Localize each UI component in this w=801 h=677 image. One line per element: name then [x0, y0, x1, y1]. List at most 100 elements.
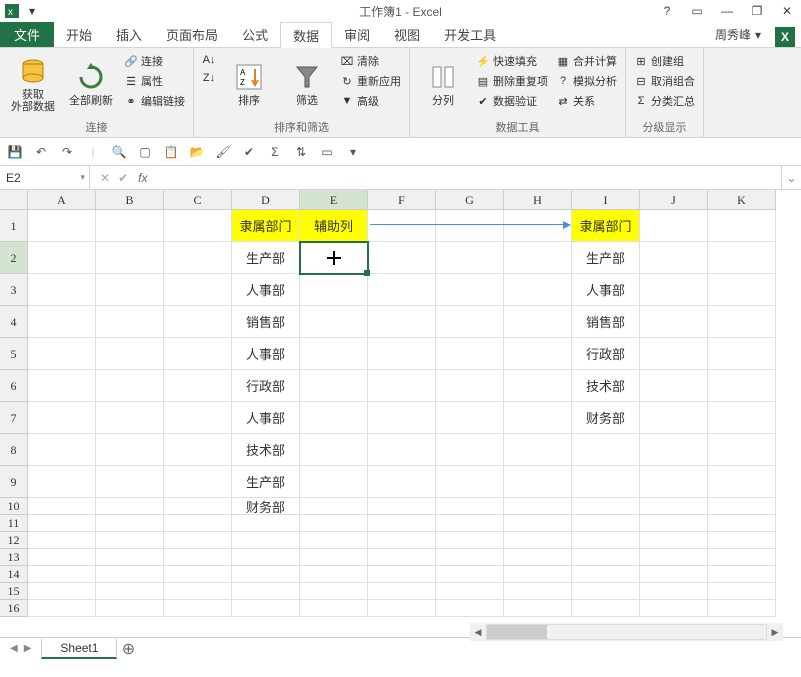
cell-A15[interactable] — [28, 583, 96, 600]
reapply-button[interactable]: ↻重新应用 — [338, 72, 403, 90]
scroll-left-icon[interactable]: ◀ — [470, 627, 486, 638]
cell-J15[interactable] — [640, 583, 708, 600]
check-icon[interactable]: ✔ — [240, 143, 258, 161]
sort-asc-button[interactable]: A↓ — [200, 52, 218, 68]
tab-developer[interactable]: 开发工具 — [432, 21, 508, 47]
cell-D6[interactable]: 行政部 — [232, 370, 300, 402]
row-header-9[interactable]: 9 — [0, 466, 28, 498]
cell-I15[interactable] — [572, 583, 640, 600]
cell-J3[interactable] — [640, 274, 708, 306]
cell-D4[interactable]: 销售部 — [232, 306, 300, 338]
remove-duplicates-button[interactable]: ▤删除重复项 — [474, 72, 550, 90]
cell-D1[interactable]: 隶属部门 — [232, 210, 300, 242]
cell-C7[interactable] — [164, 402, 232, 434]
formula-input[interactable] — [153, 169, 781, 187]
cell-C13[interactable] — [164, 549, 232, 566]
user-account[interactable]: 周秀峰 ▾ — [707, 22, 769, 47]
cell-K5[interactable] — [708, 338, 776, 370]
subtotal-button[interactable]: Σ分类汇总 — [632, 92, 697, 110]
cell-H3[interactable] — [504, 274, 572, 306]
cell-F6[interactable] — [368, 370, 436, 402]
row-header-10[interactable]: 10 — [0, 498, 28, 515]
cell-A7[interactable] — [28, 402, 96, 434]
formula-bar-expand-icon[interactable]: ⌄ — [781, 166, 801, 189]
cell-K14[interactable] — [708, 566, 776, 583]
tab-view[interactable]: 视图 — [382, 21, 432, 47]
accept-formula-icon[interactable]: ✔ — [118, 171, 128, 185]
help-button[interactable]: ? — [657, 2, 677, 20]
col-header-C[interactable]: C — [164, 190, 232, 210]
cell-K7[interactable] — [708, 402, 776, 434]
cell-C5[interactable] — [164, 338, 232, 370]
cell-B3[interactable] — [96, 274, 164, 306]
cell-I4[interactable]: 销售部 — [572, 306, 640, 338]
name-box[interactable]: E2 — [0, 166, 90, 189]
sheet-tab-sheet1[interactable]: Sheet1 — [41, 639, 117, 659]
refresh-all-button[interactable]: 全部刷新 — [64, 50, 118, 117]
row-header-15[interactable]: 15 — [0, 583, 28, 600]
ribbon-options-button[interactable]: ▭ — [687, 2, 707, 20]
cell-E2[interactable] — [300, 242, 368, 274]
row-header-1[interactable]: 1 — [0, 210, 28, 242]
cell-D8[interactable]: 技术部 — [232, 434, 300, 466]
paste-icon[interactable]: 📋 — [162, 143, 180, 161]
cell-A5[interactable] — [28, 338, 96, 370]
connections-button[interactable]: 🔗连接 — [122, 52, 187, 70]
col-header-J[interactable]: J — [640, 190, 708, 210]
cell-H4[interactable] — [504, 306, 572, 338]
consolidate-button[interactable]: ▦合并计算 — [554, 52, 619, 70]
tab-review[interactable]: 审阅 — [332, 21, 382, 47]
cell-J5[interactable] — [640, 338, 708, 370]
cell-A1[interactable] — [28, 210, 96, 242]
cell-J1[interactable] — [640, 210, 708, 242]
cell-C2[interactable] — [164, 242, 232, 274]
cell-E16[interactable] — [300, 600, 368, 617]
cell-K10[interactable] — [708, 498, 776, 515]
cell-D9[interactable]: 生产部 — [232, 466, 300, 498]
cell-H5[interactable] — [504, 338, 572, 370]
cell-B12[interactable] — [96, 532, 164, 549]
cell-C16[interactable] — [164, 600, 232, 617]
ungroup-button[interactable]: ⊟取消组合 — [632, 72, 697, 90]
sort-button[interactable]: AZ 排序 — [222, 50, 276, 117]
cell-B10[interactable] — [96, 498, 164, 515]
brush-icon[interactable]: 🖌 — [214, 143, 232, 161]
sum-icon[interactable]: Σ — [266, 143, 284, 161]
select-all-corner[interactable] — [0, 190, 28, 210]
cell-J4[interactable] — [640, 306, 708, 338]
open-icon[interactable]: 📂 — [188, 143, 206, 161]
cell-B15[interactable] — [96, 583, 164, 600]
cell-K6[interactable] — [708, 370, 776, 402]
new-icon[interactable]: ▢ — [136, 143, 154, 161]
cell-E4[interactable] — [300, 306, 368, 338]
cell-F9[interactable] — [368, 466, 436, 498]
cell-D12[interactable] — [232, 532, 300, 549]
cell-J9[interactable] — [640, 466, 708, 498]
cell-B14[interactable] — [96, 566, 164, 583]
print-preview-icon[interactable]: 🔍 — [110, 143, 128, 161]
scroll-right-icon[interactable]: ▶ — [767, 627, 783, 638]
row-header-11[interactable]: 11 — [0, 515, 28, 532]
cell-F8[interactable] — [368, 434, 436, 466]
cell-H8[interactable] — [504, 434, 572, 466]
cell-D16[interactable] — [232, 600, 300, 617]
cell-I5[interactable]: 行政部 — [572, 338, 640, 370]
cell-C12[interactable] — [164, 532, 232, 549]
cell-E3[interactable] — [300, 274, 368, 306]
cell-C1[interactable] — [164, 210, 232, 242]
cell-K12[interactable] — [708, 532, 776, 549]
col-header-B[interactable]: B — [96, 190, 164, 210]
row-header-13[interactable]: 13 — [0, 549, 28, 566]
cell-D7[interactable]: 人事部 — [232, 402, 300, 434]
cell-A9[interactable] — [28, 466, 96, 498]
cell-I6[interactable]: 技术部 — [572, 370, 640, 402]
cell-E11[interactable] — [300, 515, 368, 532]
cell-C6[interactable] — [164, 370, 232, 402]
cell-I16[interactable] — [572, 600, 640, 617]
cell-K13[interactable] — [708, 549, 776, 566]
cell-F15[interactable] — [368, 583, 436, 600]
cell-B4[interactable] — [96, 306, 164, 338]
cell-F1[interactable] — [368, 210, 436, 242]
row-header-16[interactable]: 16 — [0, 600, 28, 617]
cell-J14[interactable] — [640, 566, 708, 583]
